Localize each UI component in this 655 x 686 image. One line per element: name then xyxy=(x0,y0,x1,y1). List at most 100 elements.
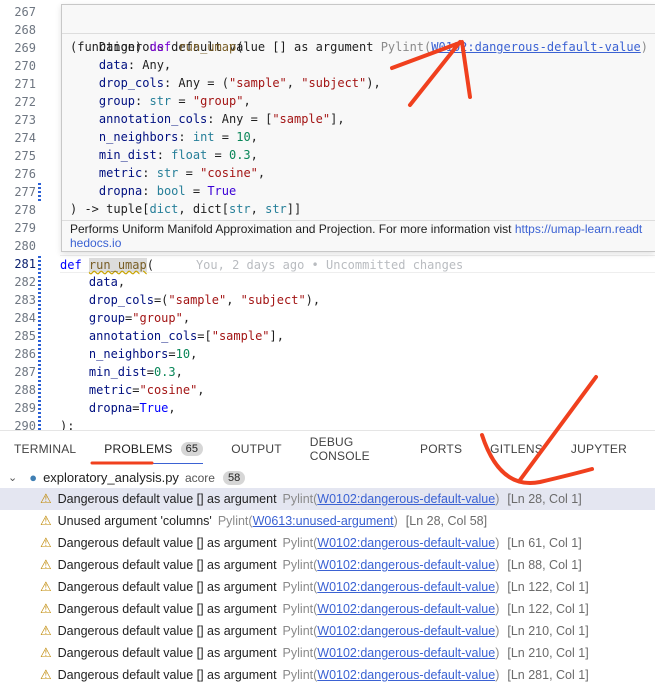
bottom-panel: TERMINAL PROBLEMS 65 OUTPUT DEBUG CONSOLE POR… xyxy=(0,430,655,684)
tab-badge: 65 xyxy=(180,442,204,456)
code-token: , xyxy=(182,311,191,325)
code-token: dict xyxy=(149,202,179,216)
line-number: 288 xyxy=(14,383,36,397)
code-token: run_umap xyxy=(88,258,147,272)
problem-item[interactable]: ⚠ Dangerous default value [] as argument P… xyxy=(0,620,655,642)
tab-label: GITLENS xyxy=(490,442,543,456)
problem-source-close: ) xyxy=(495,536,500,550)
code-token: (function) xyxy=(70,40,150,54)
tab-ports[interactable]: PORTS xyxy=(420,431,462,467)
line-number: 284 xyxy=(14,311,36,325)
tab-terminal[interactable]: TERMINAL xyxy=(14,431,76,467)
problem-code-link[interactable]: W0102:dangerous-default-value xyxy=(317,580,495,594)
problem-count-badge: 58 xyxy=(222,470,246,485)
code-editor[interactable]: def run_umap(You, 2 days ago • Uncommitt… xyxy=(60,255,655,435)
problem-code-link[interactable]: W0613:unused-argument xyxy=(253,514,394,528)
code-line: ) -> tuple[dict, dict[str, str]] xyxy=(70,200,647,218)
problem-source: Pylint( xyxy=(282,580,318,594)
problem-source: Pylint( xyxy=(217,514,253,528)
code-line: min_dist=0.3, xyxy=(60,363,655,381)
code-token: str xyxy=(156,166,179,180)
tab-debug-console[interactable]: DEBUG CONSOLE xyxy=(310,431,392,467)
problem-location: [Ln 28, Col 1] xyxy=(507,492,582,506)
tab-jupyter[interactable]: JUPYTER xyxy=(571,431,627,467)
code-token: = xyxy=(171,94,193,108)
tab-output[interactable]: OUTPUT xyxy=(231,431,282,467)
code-token: data xyxy=(98,58,128,72)
code-token: : Any = [ xyxy=(207,112,273,126)
problem-code-link[interactable]: W0102:dangerous-default-value xyxy=(317,646,495,660)
code-line: annotation_cols: Any = ["sample"], xyxy=(70,110,647,128)
code-line: group="group", xyxy=(60,309,655,327)
problem-code-link[interactable]: W0102:dangerous-default-value xyxy=(317,602,495,616)
code-token: ]] xyxy=(286,202,302,216)
code-line: metric: str = "cosine", xyxy=(70,164,647,182)
problem-item[interactable]: ⚠ Dangerous default value [] as argument P… xyxy=(0,664,655,686)
code-line: drop_cols: Any = ("sample", "subject"), xyxy=(70,74,647,92)
code-token: 10 xyxy=(175,347,191,361)
line-number: 273 xyxy=(14,113,36,127)
problem-item[interactable]: ⚠ Dangerous default value [] as argument P… xyxy=(0,488,655,510)
problem-message: Dangerous default value [] as argument xyxy=(57,580,277,594)
warning-icon: ⚠ xyxy=(40,535,52,550)
code-token: , xyxy=(250,148,258,162)
problem-message: Unused argument 'columns' xyxy=(57,514,212,528)
diagnostic-source: Pylint( xyxy=(380,40,432,54)
problem-code-link[interactable]: W0102:dangerous-default-value xyxy=(317,492,495,506)
problem-source-close: ) xyxy=(495,668,500,682)
line-number: 268 xyxy=(14,23,36,37)
line-number: 267 xyxy=(14,5,36,19)
problem-message: Dangerous default value [] as argument xyxy=(57,558,277,572)
tab-gitlens[interactable]: GITLENS xyxy=(490,431,543,467)
problem-message: Dangerous default value [] as argument xyxy=(57,492,277,506)
python-icon: ● xyxy=(29,470,38,485)
problem-code-link[interactable]: W0102:dangerous-default-value xyxy=(317,624,495,638)
code-token: ), xyxy=(366,76,381,90)
problem-item[interactable]: ⚠ Dangerous default value [] as argument P… xyxy=(0,532,655,554)
problem-item[interactable]: ⚠ Dangerous default value [] as argument P… xyxy=(0,598,655,620)
line-number: 275 xyxy=(14,149,36,163)
problem-source-close: ) xyxy=(495,602,500,616)
code-token: group xyxy=(98,94,136,108)
code-token: =[ xyxy=(197,329,212,343)
problem-item[interactable]: ⚠ Dangerous default value [] as argument P… xyxy=(0,554,655,576)
tab-problems[interactable]: PROBLEMS 65 xyxy=(104,431,204,467)
problem-source: Pylint( xyxy=(282,602,318,616)
warning-icon: ⚠ xyxy=(40,601,52,616)
problem-location: [Ln 210, Col 1] xyxy=(507,624,589,638)
problem-file-node[interactable]: ⌄ ● exploratory_analysis.py acore 58 xyxy=(0,467,655,488)
problem-code-link[interactable]: W0102:dangerous-default-value xyxy=(317,668,495,682)
problem-item[interactable]: ⚠ Dangerous default value [] as argument P… xyxy=(0,576,655,598)
code-token: = xyxy=(207,148,229,162)
code-line: group: str = "group", xyxy=(70,92,647,110)
problem-source: Pylint( xyxy=(282,536,318,550)
problem-item[interactable]: ⚠ Unused argument 'columns' Pylint(W0613:u… xyxy=(0,510,655,532)
code-token: =( xyxy=(153,293,169,307)
code-token: : xyxy=(142,184,157,198)
problem-code-link[interactable]: W0102:dangerous-default-value xyxy=(317,558,495,572)
problem-source-close: ) xyxy=(495,492,500,506)
problem-item[interactable]: ⚠ Dangerous default value [] as argument P… xyxy=(0,642,655,664)
code-token: , xyxy=(197,383,205,397)
code-token: , xyxy=(286,76,302,90)
diagnostic-code-link[interactable]: W0102:dangerous-default-value xyxy=(431,40,641,54)
panel-tabs: TERMINAL PROBLEMS 65 OUTPUT DEBUG CONSOLE POR… xyxy=(0,431,655,467)
code-token: run_umap xyxy=(178,40,237,54)
problem-code-link[interactable]: W0102:dangerous-default-value xyxy=(317,536,495,550)
chevron-down-icon[interactable]: ⌄ xyxy=(8,471,17,484)
code-token: annotation_cols xyxy=(88,329,198,343)
code-token: min_dist xyxy=(98,148,157,162)
file-name: exploratory_analysis.py xyxy=(43,470,179,485)
code-token: def xyxy=(149,40,172,54)
code-token: "subject" xyxy=(301,76,367,90)
problem-message: Dangerous default value [] as argument xyxy=(57,624,277,638)
code-token: "subject" xyxy=(240,293,306,307)
warning-icon: ⚠ xyxy=(40,491,52,506)
line-number: 283 xyxy=(14,293,36,307)
code-token: : xyxy=(142,166,157,180)
